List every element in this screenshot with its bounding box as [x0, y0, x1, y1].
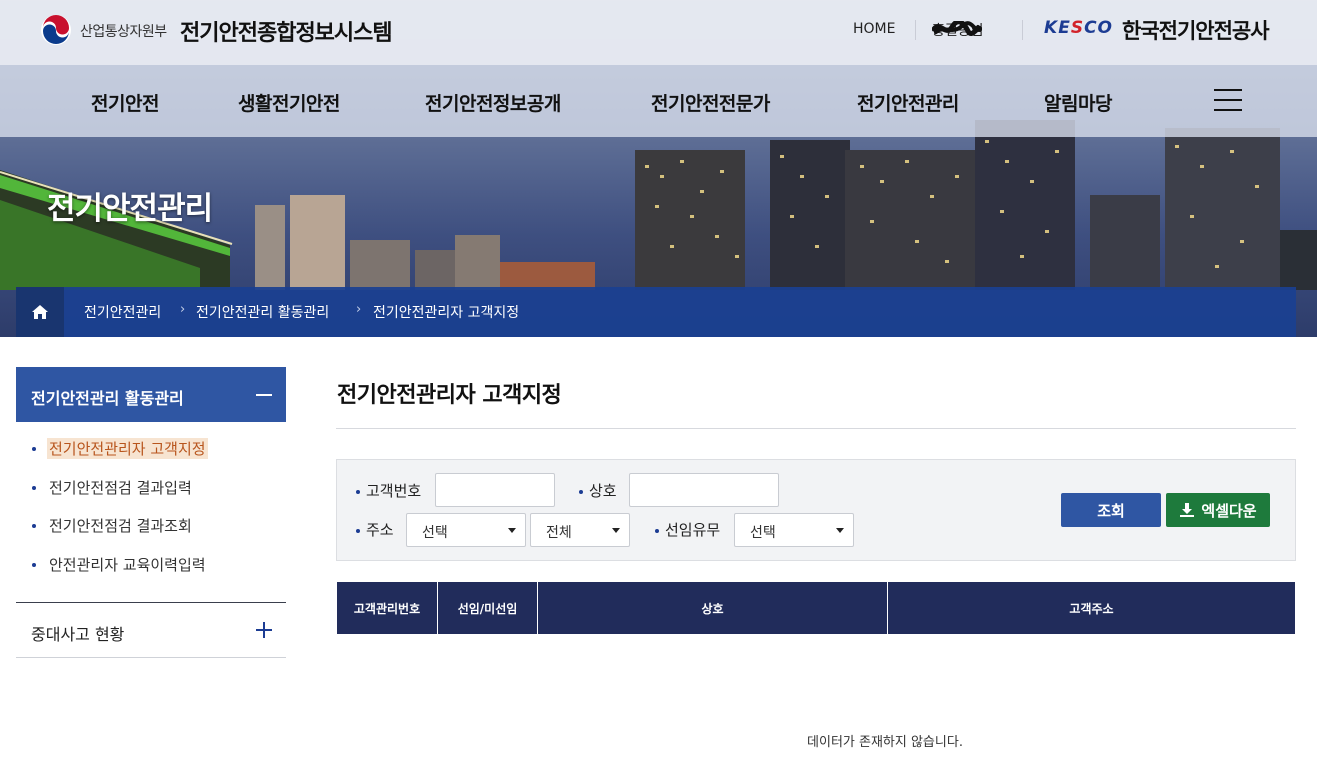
sidebar-section-label: 전기안전관리 활동관리 [31, 389, 184, 408]
bullet-icon [32, 524, 36, 528]
home-icon[interactable] [16, 287, 64, 337]
sidebar-section-activity[interactable]: 전기안전관리 활동관리 [16, 367, 286, 422]
column-header-customer-no[interactable]: 고객관리번호 [337, 582, 438, 634]
sidebar: 전기안전관리 활동관리 전기안전관리자 고객지정 전기안전점검 결과입력 전기안… [16, 367, 286, 658]
caret-down-icon [508, 528, 516, 533]
sidebar-item-inspection-query[interactable]: 전기안전점검 결과조회 [16, 513, 286, 552]
nav-living-electrical-safety[interactable]: 생활전기안전 [238, 89, 340, 116]
search-button[interactable]: 조회 [1061, 493, 1161, 527]
home-link[interactable]: HOME [853, 21, 895, 37]
empty-table-message: 데이터가 존재하지 않습니다. [807, 735, 963, 750]
column-header-appointed[interactable]: 선임/미선임 [438, 582, 538, 634]
redaction-scribble [932, 21, 982, 36]
bullet-icon [32, 447, 36, 451]
sidebar-item-label[interactable]: 전기안전점검 결과입력 [47, 477, 194, 498]
ministry-name: 산업통상자원부 [80, 24, 167, 40]
hamburger-menu-icon[interactable] [1214, 89, 1242, 111]
page: 산업통상자원부 전기안전종합정보시스템 HOME 홍길동님 KESCO 한국전기… [0, 0, 1317, 763]
bullet-icon [32, 485, 36, 490]
sidebar-item-education-history[interactable]: 안전관리자 교육이력입력 [16, 552, 286, 591]
nav-safety-info-disclosure[interactable]: 전기안전정보공개 [425, 89, 561, 116]
sidebar-section-major-accidents[interactable]: 중대사고 현황 [16, 603, 286, 658]
nav-notice-board[interactable]: 알림마당 [1044, 89, 1112, 116]
breadcrumb-item[interactable]: 전기안전관리 활동관리 [196, 302, 329, 322]
breadcrumb: 전기안전관리 › 전기안전관리 활동관리 › 전기안전관리자 고객지정 [16, 287, 1296, 337]
title-divider [336, 428, 1296, 429]
kesco-logo[interactable]: KESCO [1044, 18, 1113, 38]
caret-down-icon [612, 528, 620, 533]
header-divider [915, 20, 916, 40]
appointed-label: 선임유무 [655, 519, 720, 540]
top-header: 산업통상자원부 전기안전종합정보시스템 HOME 홍길동님 KESCO 한국전기… [0, 0, 1317, 65]
chevron-right-icon: › [180, 302, 186, 317]
nav-safety-management[interactable]: 전기안전관리 [857, 89, 959, 116]
table-header: 고객관리번호 선임/미선임 상호 고객주소 [337, 582, 1295, 634]
nav-safety-expert[interactable]: 전기안전전문가 [651, 89, 770, 116]
banner-title: 전기안전관리 [47, 191, 213, 227]
address-label: 주소 [356, 519, 394, 540]
sidebar-sub-list: 전기안전관리자 고객지정 전기안전점검 결과입력 전기안전점검 결과조회 안전관… [16, 422, 286, 602]
address-region-select[interactable]: 선택 [406, 513, 526, 547]
site-title[interactable]: 전기안전종합정보시스템 [180, 15, 393, 47]
org-name[interactable]: 한국전기안전공사 [1122, 15, 1270, 45]
hero-banner: 산업통상자원부 전기안전종합정보시스템 HOME 홍길동님 KESCO 한국전기… [0, 0, 1317, 337]
chevron-right-icon: › [356, 302, 362, 317]
breadcrumb-item-current[interactable]: 전기안전관리자 고객지정 [373, 302, 519, 322]
column-header-company[interactable]: 상호 [538, 582, 888, 634]
excel-download-button[interactable]: 엑셀다운 [1166, 493, 1270, 527]
bullet-icon [32, 562, 36, 567]
download-icon [1180, 503, 1195, 517]
plus-icon[interactable] [256, 622, 272, 638]
sidebar-section-label: 중대사고 현황 [31, 625, 125, 644]
page-title: 전기안전관리자 고객지정 [337, 383, 562, 408]
column-header-address[interactable]: 고객주소 [888, 582, 1295, 634]
sidebar-item-customer-assignment[interactable]: 전기안전관리자 고객지정 [16, 436, 286, 475]
customer-no-label: 고객번호 [356, 480, 421, 501]
company-label: 상호 [579, 480, 617, 501]
breadcrumb-item[interactable]: 전기안전관리 [84, 302, 161, 322]
main-nav: 전기안전 생활전기안전 전기안전정보공개 전기안전전문가 전기안전관리 알림마당 [0, 65, 1317, 137]
appointed-select[interactable]: 선택 [734, 513, 854, 547]
user-greeting: 홍길동님 [932, 20, 1002, 40]
sidebar-item-label[interactable]: 안전관리자 교육이력입력 [47, 554, 208, 575]
address-district-select[interactable]: 전체 [530, 513, 630, 547]
company-input[interactable] [629, 473, 779, 507]
excel-button-label: 엑셀다운 [1201, 501, 1257, 520]
nav-electrical-safety[interactable]: 전기안전 [91, 89, 159, 116]
header-divider [1022, 20, 1023, 40]
caret-down-icon [836, 528, 844, 533]
sidebar-item-inspection-input[interactable]: 전기안전점검 결과입력 [16, 475, 286, 514]
customer-no-input[interactable] [435, 473, 555, 507]
minus-icon[interactable] [256, 394, 272, 396]
sidebar-item-label[interactable]: 전기안전점검 결과조회 [47, 515, 194, 536]
sidebar-item-label[interactable]: 전기안전관리자 고객지정 [47, 438, 208, 459]
taegeuk-logo-icon [41, 15, 71, 45]
